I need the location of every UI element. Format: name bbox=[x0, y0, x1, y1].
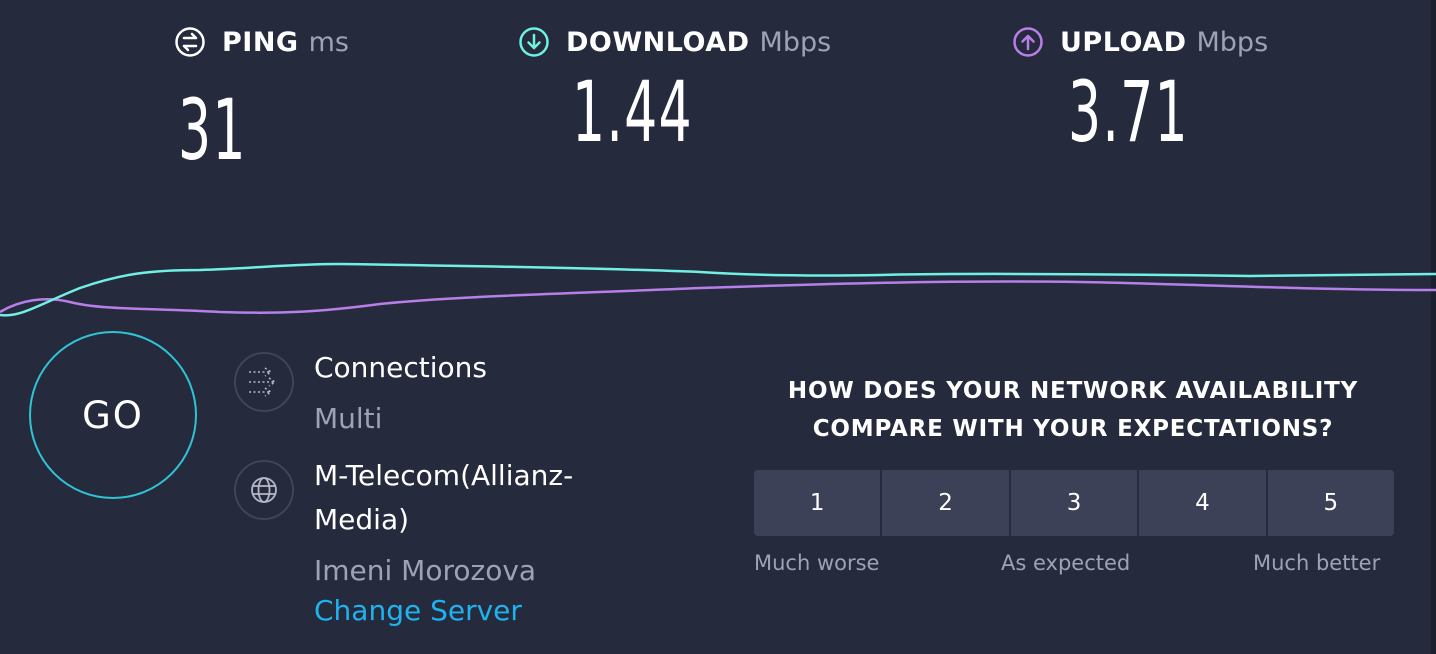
download-unit: Mbps bbox=[759, 26, 832, 58]
rating-option-1[interactable]: 1 bbox=[754, 470, 883, 536]
rating-option-2[interactable]: 2 bbox=[882, 470, 1011, 536]
rating-scale: 1 2 3 4 5 bbox=[754, 470, 1395, 536]
upload-value: 3.71 bbox=[1068, 63, 1189, 161]
download-label: DOWNLOAD bbox=[566, 26, 750, 58]
go-button-label: GO bbox=[82, 393, 144, 437]
change-server-link[interactable]: Change Server bbox=[314, 594, 522, 627]
upload-unit: Mbps bbox=[1196, 26, 1269, 58]
globe-icon bbox=[234, 460, 294, 520]
ping-label: PING bbox=[222, 26, 299, 58]
rating-label-mid: As expected bbox=[1001, 551, 1131, 575]
go-button[interactable]: GO bbox=[29, 331, 197, 499]
server-location: Imeni Morozova bbox=[314, 554, 537, 587]
server-provider-line1: M-Telecom(Allianz- bbox=[314, 459, 574, 492]
ping-value: 31 bbox=[178, 81, 247, 179]
download-graph-line bbox=[0, 262, 1436, 317]
rating-label-high: Much better bbox=[1253, 551, 1381, 575]
connections-value: Multi bbox=[314, 402, 383, 435]
download-arrow-icon bbox=[519, 27, 549, 57]
survey-question-line1: HOW DOES YOUR NETWORK AVAILABILITY bbox=[787, 378, 1359, 404]
rating-label-low: Much worse bbox=[754, 551, 880, 575]
rating-option-3[interactable]: 3 bbox=[1010, 470, 1140, 536]
upload-arrow-icon bbox=[1013, 27, 1043, 57]
upload-label: UPLOAD bbox=[1060, 26, 1187, 58]
upload-header: UPLOAD Mbps bbox=[1012, 26, 1268, 58]
connections-icon bbox=[234, 352, 294, 412]
ping-header: PING ms bbox=[174, 26, 349, 58]
download-value: 1.44 bbox=[572, 63, 693, 161]
rating-option-4[interactable]: 4 bbox=[1139, 470, 1268, 536]
survey-question-line2: COMPARE WITH YOUR EXPECTATIONS? bbox=[812, 416, 1334, 442]
speed-graph bbox=[0, 262, 1436, 317]
survey-question: HOW DOES YOUR NETWORK AVAILABILITY COMPA… bbox=[752, 372, 1394, 448]
ping-icon bbox=[175, 27, 205, 57]
ping-unit: ms bbox=[308, 26, 349, 58]
server-provider-line2: Media) bbox=[314, 503, 410, 536]
connections-title: Connections bbox=[314, 351, 488, 384]
download-header: DOWNLOAD Mbps bbox=[518, 26, 831, 58]
rating-option-5[interactable]: 5 bbox=[1267, 470, 1395, 536]
upload-graph-line bbox=[0, 280, 1436, 314]
